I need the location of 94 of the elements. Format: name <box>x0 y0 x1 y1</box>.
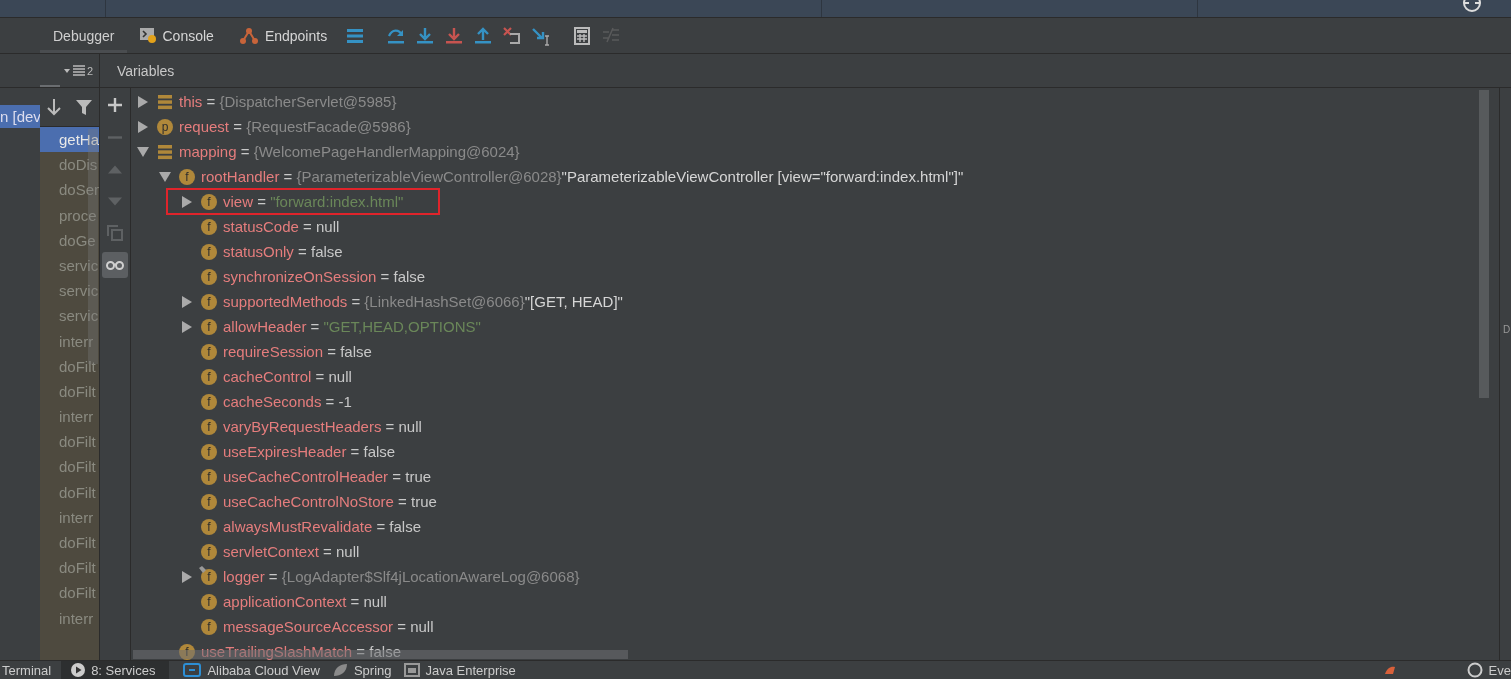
field-icon: f <box>201 393 217 410</box>
collapse-triangle-icon[interactable] <box>137 145 149 158</box>
variable-entry[interactable]: varyByRequestHeaders = null <box>223 418 422 435</box>
field-icon: f <box>201 243 217 260</box>
variable-entry[interactable]: statusOnly = false <box>223 243 343 260</box>
field-icon: f <box>201 193 217 210</box>
stack-bars-icon <box>157 93 173 110</box>
variable-entry[interactable]: alwaysMustRevalidate = false <box>223 518 422 535</box>
field-icon: f <box>201 543 217 560</box>
up-triangle-icon <box>106 164 124 174</box>
cloud-window-icon <box>183 663 202 677</box>
scrollbar[interactable] <box>1479 90 1489 398</box>
down-arrow-icon[interactable] <box>47 98 62 116</box>
leaf-icon <box>331 663 348 677</box>
field-icon: f <box>201 568 217 585</box>
glasses-icon <box>106 260 124 270</box>
variable-entry[interactable]: applicationContext = null <box>223 593 387 610</box>
field-icon: f <box>201 493 217 510</box>
variable-entry[interactable]: messageSourceAccessor = null <box>223 618 434 635</box>
variable-entry[interactable]: supportedMethods = {LinkedHashSet@6066}"[GET, HEAD]" <box>223 293 623 310</box>
variable-entry[interactable]: this = {DispatcherServlet@5985} <box>179 93 397 110</box>
collapse-triangle-icon[interactable] <box>159 170 171 183</box>
variable-entry[interactable]: rootHandler = {ParameterizableViewController@6028}"ParameterizableViewController [view="forward:index.html"]" <box>201 168 964 185</box>
stack-bars-icon <box>157 143 173 160</box>
watches-button[interactable] <box>102 252 128 278</box>
dropdown-caret-icon[interactable] <box>62 67 71 74</box>
variable-entry[interactable]: synchronizeOnSession = false <box>223 268 426 285</box>
console-icon <box>139 27 157 44</box>
field-icon: f <box>201 618 217 635</box>
tool-window-tab[interactable]: Spring <box>329 661 402 679</box>
variable-entry[interactable]: cacheControl = null <box>223 368 352 385</box>
panel-title: Variables <box>117 62 175 79</box>
variable-entry[interactable]: requireSession = false <box>223 343 372 360</box>
down-arrow-icon <box>415 25 436 46</box>
expand-triangle-icon[interactable] <box>181 570 193 583</box>
expand-triangle-icon[interactable] <box>137 95 149 108</box>
minus-icon <box>106 135 124 139</box>
play-icon <box>71 663 86 677</box>
variable-entry[interactable]: cacheSeconds = -1 <box>223 393 352 410</box>
field-icon: f <box>201 593 217 610</box>
side-tab[interactable]: D <box>1503 324 1511 335</box>
field-icon: f <box>201 443 217 460</box>
cursor-arrow-icon <box>531 25 552 46</box>
field-icon: f <box>179 168 195 185</box>
window-icon <box>403 663 420 677</box>
field-icon: f <box>201 468 217 485</box>
variable-entry[interactable]: view = "forward:index.html" <box>223 193 404 210</box>
tool-window-tab[interactable]: Alibaba Cloud View <box>181 661 330 679</box>
field-icon: f <box>201 318 217 335</box>
tool-tab[interactable]: Console <box>126 18 226 53</box>
variable-entry[interactable]: statusCode = null <box>223 218 340 235</box>
variable-entry[interactable]: useTrailingSlashMatch = false <box>201 643 401 660</box>
field-icon: f <box>201 218 217 235</box>
copy-icon <box>106 224 124 242</box>
list-icon[interactable] <box>72 65 85 76</box>
calculator-icon <box>572 25 593 46</box>
expand-triangle-icon[interactable] <box>181 320 193 333</box>
field-icon: p <box>157 118 173 135</box>
balloon-icon <box>1466 662 1483 678</box>
variable-entry[interactable]: useExpiresHeader = false <box>223 443 396 460</box>
tool-window-tab[interactable]: 8: Services <box>61 661 170 679</box>
nodes-icon <box>238 26 259 45</box>
thread-count: 2 <box>86 64 93 77</box>
variable-entry[interactable]: mapping = {WelcomePageHandlerMapping@6024} <box>179 143 520 160</box>
variable-entry[interactable]: logger = {LogAdapter$Slf4jLocationAwareLog@6068} <box>223 568 580 585</box>
field-icon: f <box>201 418 217 435</box>
tool-tab[interactable]: Endpoints <box>225 18 340 53</box>
cross-frame-icon <box>502 25 523 46</box>
filter-icon[interactable] <box>75 99 92 115</box>
tool-window-tab[interactable]: Terminal <box>0 661 62 679</box>
field-icon: f <box>201 268 217 285</box>
down-triangle-icon <box>106 196 124 206</box>
up-arrow-icon <box>473 25 494 46</box>
field-icon: f <box>201 343 217 360</box>
variable-entry[interactable]: useCacheControlNoStore = true <box>223 493 437 510</box>
variable-entry[interactable]: useCacheControlHeader = true <box>223 468 432 485</box>
tool-window-tab[interactable]: Java Enterprise <box>401 661 526 679</box>
event-log-tab[interactable]: Eve <box>1464 661 1511 679</box>
expand-triangle-icon[interactable] <box>137 120 149 133</box>
variable-entry[interactable]: servletContext = null <box>223 543 360 560</box>
field-icon: f <box>201 518 217 535</box>
expand-triangle-icon[interactable] <box>181 195 193 208</box>
field-icon: f <box>179 643 195 660</box>
flame-icon <box>1384 666 1395 674</box>
thread-item[interactable]: n [dev <box>0 105 40 128</box>
stack-frame[interactable]: getHa <box>40 127 99 153</box>
target-icon[interactable] <box>1463 0 1481 12</box>
variable-entry[interactable]: request = {RequestFacade@5986} <box>179 118 411 135</box>
expand-triangle-icon[interactable] <box>181 295 193 308</box>
variable-entry[interactable]: allowHeader = "GET,HEAD,OPTIONS" <box>223 318 481 335</box>
field-icon: f <box>201 293 217 310</box>
plus-icon <box>106 96 124 114</box>
down-arrow-icon <box>444 25 465 46</box>
field-icon: f <box>201 368 217 385</box>
